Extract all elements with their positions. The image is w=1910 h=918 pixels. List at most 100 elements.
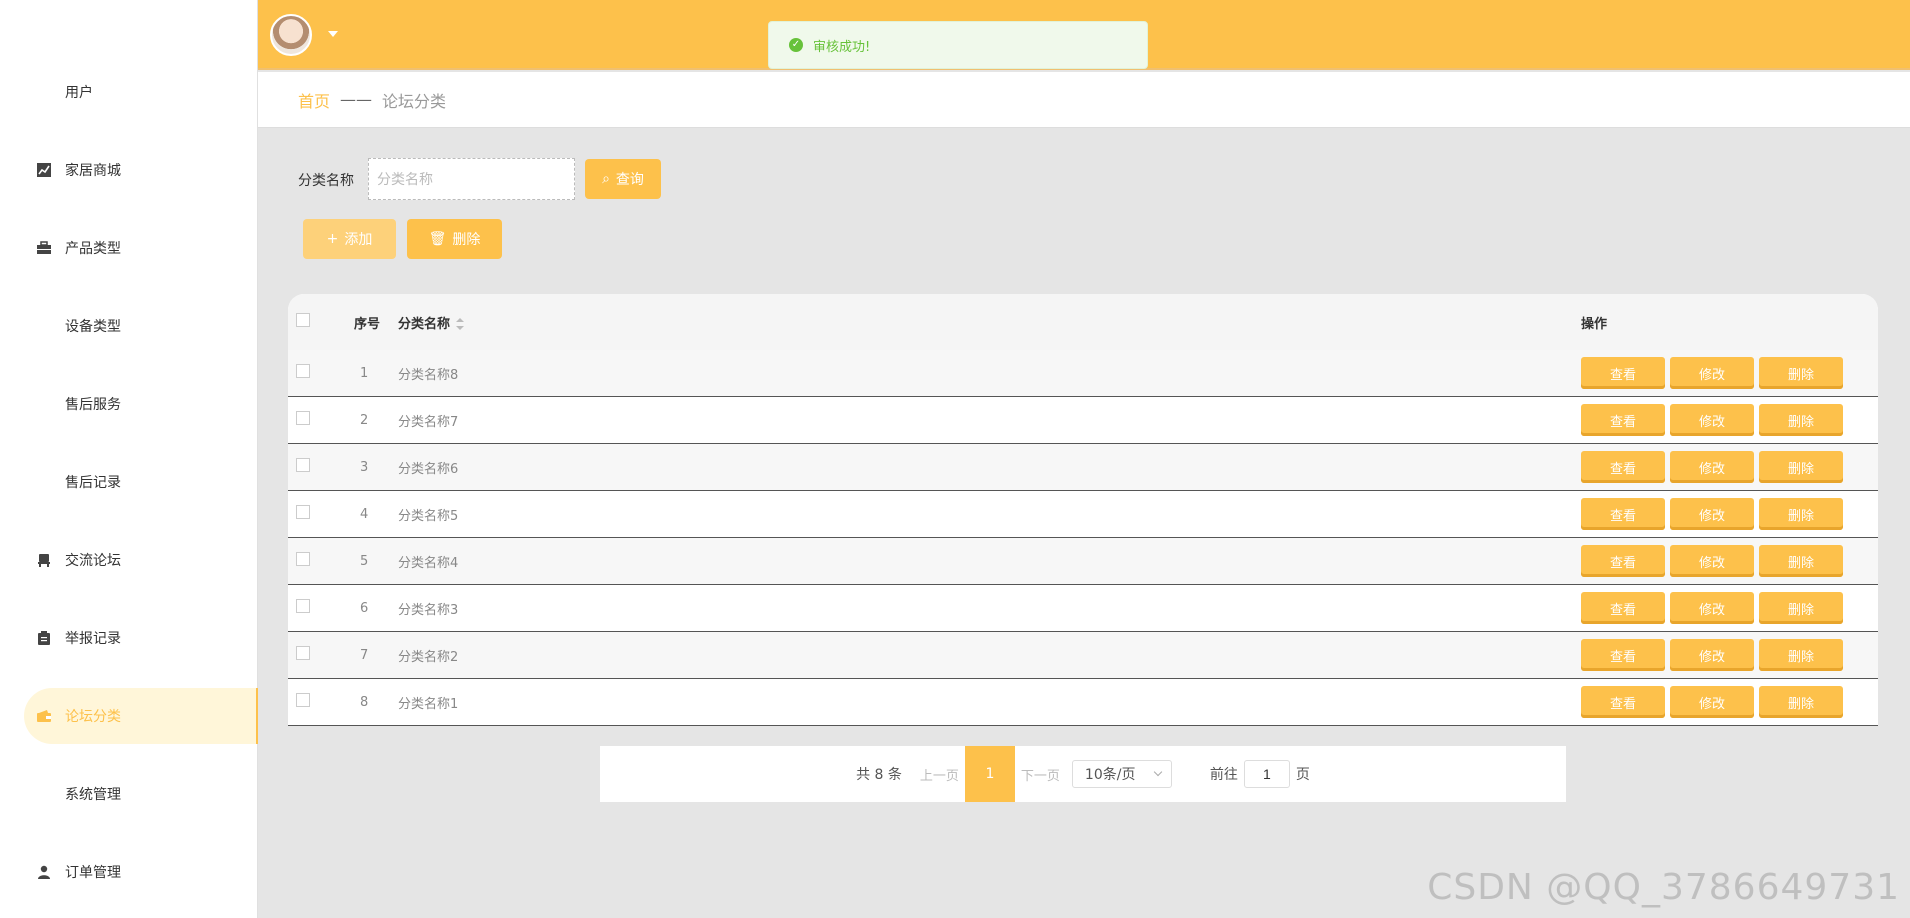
row-name: 分类名称7 [398,414,459,430]
header-ops: 操作 [1581,316,1608,332]
edit-button[interactable]: 修改 [1670,639,1754,671]
delete-button[interactable]: 删除 [1759,404,1843,436]
search-label: 分类名称 [298,173,354,189]
row-checkbox[interactable] [296,552,310,566]
row-checkbox[interactable] [296,364,310,378]
breadcrumb-current: 论坛分类 [382,91,447,111]
query-button[interactable]: ⌕ 查询 [585,159,661,199]
sidebar-item-label: 举报记录 [65,631,121,647]
avatar[interactable] [270,14,312,56]
chevron-down-icon[interactable] [328,31,338,37]
delete-button[interactable]: 删除 [1759,451,1843,483]
query-button-label: 查询 [615,172,644,188]
table-row: 7 分类名称2 查看 修改 删除 [288,632,1878,679]
view-button[interactable]: 查看 [1581,592,1665,624]
goto-page-input[interactable] [1243,760,1290,788]
row-checkbox[interactable] [296,693,310,707]
goto-label: 前往 [1209,767,1238,783]
sidebar-item-forum-category[interactable]: 论坛分类 [24,688,258,744]
edit-button[interactable]: 修改 [1670,451,1754,483]
breadcrumb-home[interactable]: 首页 [298,88,330,112]
clipboard-icon [37,631,51,645]
pagination: 共 8 条 上一页 1 下一页 10条/页 前往 页 [600,746,1566,802]
sidebar-item-reports[interactable]: 举报记录 [24,610,258,666]
row-name: 分类名称1 [398,696,459,712]
next-page-button[interactable]: 下一页 [1021,765,1060,784]
grid-icon [37,319,51,333]
breadcrumb-separator: —— [340,90,373,109]
view-button[interactable]: 查看 [1581,451,1665,483]
edit-button[interactable]: 修改 [1670,404,1754,436]
sidebar-item-user[interactable]: 用户 [24,64,258,120]
user-icon [37,865,51,879]
row-checkbox[interactable] [296,646,310,660]
view-button[interactable]: 查看 [1581,545,1665,577]
row-checkbox[interactable] [296,599,310,613]
sidebar-item-orders[interactable]: 订单管理 [24,844,258,900]
sidebar-item-label: 家居商城 [65,163,121,179]
delete-button[interactable]: 删除 [1759,357,1843,389]
delete-button[interactable]: 删除 [1759,592,1843,624]
sidebar-item-label: 订单管理 [65,865,121,881]
search-icon: ⌕ [602,171,610,187]
grid-icon [37,475,51,489]
delete-button[interactable]: 删除 [1759,639,1843,671]
breadcrumb: 首页 —— 论坛分类 [258,72,1910,128]
search-input[interactable] [368,158,575,200]
wallet-icon [37,709,51,723]
header-name[interactable]: 分类名称 [398,317,450,332]
sidebar-item-mall[interactable]: 家居商城 [24,142,258,198]
row-index: 1 [360,365,369,381]
sidebar-item-label: 售后服务 [65,397,121,413]
view-button[interactable]: 查看 [1581,639,1665,671]
sidebar-item-after-sales-records[interactable]: 售后记录 [24,454,258,510]
view-button[interactable]: 查看 [1581,357,1665,389]
sidebar-item-product-type[interactable]: 产品类型 [24,220,258,276]
row-checkbox[interactable] [296,411,310,425]
sidebar-item-after-sales[interactable]: 售后服务 [24,376,258,432]
batch-delete-button-label: 删除 [452,232,481,248]
sidebar-item-label: 设备类型 [65,319,121,335]
row-name: 分类名称5 [398,508,459,524]
row-name: 分类名称3 [398,602,459,618]
sidebar-item-label: 论坛分类 [65,709,121,725]
edit-button[interactable]: 修改 [1670,545,1754,577]
sidebar-item-system[interactable]: 系统管理 [24,766,258,822]
delete-button[interactable]: 删除 [1759,545,1843,577]
sidebar: 用户 家居商城 产品类型 设备类型 售后服务 售后记录 交流论坛 举报记录 论坛… [0,0,258,918]
view-button[interactable]: 查看 [1581,498,1665,530]
edit-button[interactable]: 修改 [1670,686,1754,718]
table-row: 6 分类名称3 查看 修改 删除 [288,585,1878,632]
prev-page-button[interactable]: 上一页 [920,765,959,784]
delete-button[interactable]: 删除 [1759,498,1843,530]
view-button[interactable]: 查看 [1581,404,1665,436]
row-checkbox[interactable] [296,458,310,472]
table-row: 1 分类名称8 查看 修改 删除 [288,350,1878,397]
plus-icon: + [326,231,339,247]
select-all-checkbox[interactable] [296,313,310,327]
header-index: 序号 [354,316,381,332]
page-number[interactable]: 1 [964,746,1015,802]
pagination-total: 共 8 条 [856,767,902,783]
sidebar-item-device-type[interactable]: 设备类型 [24,298,258,354]
watermark: CSDN @QQ_3786649731 [1427,867,1900,908]
grid-icon [37,397,51,411]
sort-icon[interactable] [456,318,465,330]
row-checkbox[interactable] [296,505,310,519]
edit-button[interactable]: 修改 [1670,498,1754,530]
row-name: 分类名称8 [398,367,459,383]
table-row: 2 分类名称7 查看 修改 删除 [288,397,1878,444]
edit-button[interactable]: 修改 [1670,357,1754,389]
delete-button[interactable]: 删除 [1759,686,1843,718]
chair-icon [37,553,51,567]
view-button[interactable]: 查看 [1581,686,1665,718]
toast-message: 审核成功! [813,39,871,55]
sidebar-item-forum[interactable]: 交流论坛 [24,532,258,588]
sidebar-item-label: 用户 [65,85,93,101]
table-row: 4 分类名称5 查看 修改 删除 [288,491,1878,538]
page-size-select[interactable]: 10条/页 [1071,760,1172,788]
edit-button[interactable]: 修改 [1670,592,1754,624]
batch-delete-button[interactable]: 🗑 删除 [407,219,502,259]
add-button[interactable]: + 添加 [303,219,396,259]
table-body: 1 分类名称8 查看 修改 删除 2 分类名称7 查看 修改 删除 3 分类名称6 查看 修改 删除 4 分类名… [288,350,1878,726]
